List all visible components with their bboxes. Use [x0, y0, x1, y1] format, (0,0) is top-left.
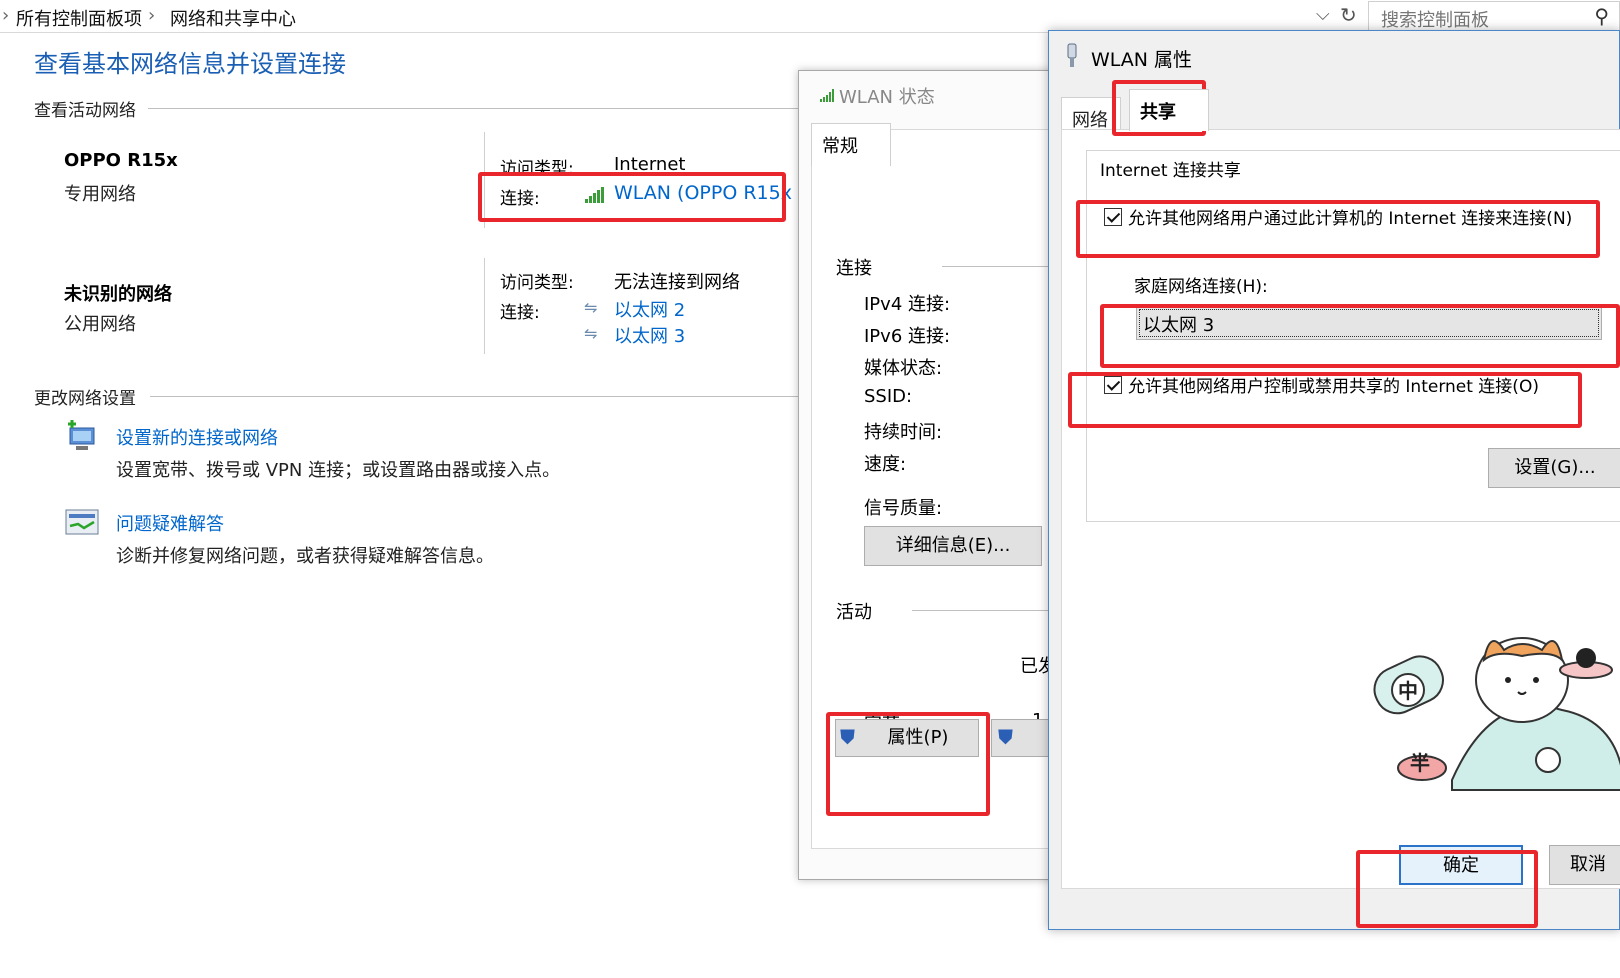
access-type-value: Internet	[614, 154, 686, 175]
home-network-select[interactable]: 以太网 3	[1136, 306, 1602, 340]
divider	[942, 266, 1062, 267]
divider	[484, 132, 485, 228]
mascot-badge-ban: 半	[1410, 751, 1430, 775]
breadcrumb-control-panel[interactable]: 所有控制面板项	[16, 5, 142, 31]
details-button[interactable]: 详细信息(E)...	[864, 526, 1042, 566]
sharing-body: Internet 连接共享 允许其他网络用户通过此计算机的 Internet 连…	[1061, 129, 1620, 889]
troubleshoot-desc: 诊断并修复网络问题，或者获得疑难解答信息。	[116, 546, 494, 567]
allow-control-label[interactable]: 允许其他网络用户控制或禁用共享的 Internet 连接(O)	[1128, 372, 1539, 397]
wlan-connection-link[interactable]: WLAN (OPPO R15x	[614, 182, 792, 204]
ok-button[interactable]: 确定	[1399, 845, 1523, 885]
network-name: OPPO R15x	[64, 150, 178, 171]
ethernet-icon: ⇋	[584, 324, 598, 343]
dropdown-chevron-icon[interactable]: ⌵	[1316, 4, 1330, 25]
properties-button[interactable]: ⛊ 属性(P)	[835, 719, 979, 757]
connection-label: 连接:	[500, 303, 540, 323]
search-placeholder: 搜索控制面板	[1381, 10, 1489, 31]
troubleshoot-icon	[65, 509, 99, 535]
settings-button[interactable]: 设置(G)...	[1488, 448, 1620, 488]
tab-sharing[interactable]: 共享	[1129, 89, 1209, 131]
access-type-label: 访问类型:	[500, 159, 574, 179]
divider	[484, 258, 485, 354]
network-adapter-icon	[1067, 43, 1077, 67]
cancel-button[interactable]: 取消	[1549, 845, 1620, 885]
setup-connection-desc: 设置宽带、拨号或 VPN 连接；或设置路由器或接入点。	[116, 460, 561, 481]
shield-icon: ⛊	[840, 725, 855, 749]
access-type-label: 访问类型:	[500, 273, 574, 293]
new-connection-icon	[68, 420, 95, 450]
refresh-icon[interactable]: ↻	[1340, 3, 1357, 27]
allow-share-checkbox[interactable]	[1104, 208, 1122, 226]
activity-heading: 活动	[836, 602, 872, 623]
page-title: 查看基本网络信息并设置连接	[34, 50, 346, 78]
connection-label: 连接:	[500, 189, 540, 209]
wifi-signal-icon	[585, 187, 604, 203]
network-name: 未识别的网络	[64, 284, 172, 305]
address-bar: › 所有控制面板项 › 网络和共享中心 ⌵ ↻ 搜索控制面板 ⚲	[0, 0, 1620, 33]
ssid-label: SSID:	[864, 386, 913, 407]
home-network-value: 以太网 3	[1143, 315, 1215, 336]
breadcrumb-chevron-icon[interactable]: ›	[2, 5, 9, 26]
allow-share-label[interactable]: 允许其他网络用户通过此计算机的 Internet 连接来连接(N)	[1128, 204, 1572, 229]
tab-network[interactable]: 网络	[1061, 97, 1121, 133]
duration-label: 持续时间:	[864, 422, 943, 443]
diagnose-button[interactable]: ⛊	[991, 719, 1051, 757]
wlan-status-dialog: WLAN 状态 常规 连接 IPv4 连接: IPv6 连接: 媒体状态: SS…	[798, 70, 1062, 880]
ethernet-icon: ⇋	[584, 298, 598, 317]
breadcrumb-network-center[interactable]: 网络和共享中心	[170, 5, 296, 31]
allow-control-checkbox[interactable]	[1104, 376, 1122, 394]
mascot-illustration: 中 半	[1373, 637, 1620, 791]
connection-heading: 连接	[836, 258, 872, 279]
divider	[148, 108, 808, 109]
network-type: 专用网络	[64, 184, 136, 205]
divider	[150, 396, 800, 397]
wlan-properties-dialog: WLAN 属性 网络 共享 Internet 连接共享 允许其他网络用户通过此计…	[1048, 30, 1620, 930]
search-input[interactable]: 搜索控制面板 ⚲	[1368, 1, 1620, 31]
dialog-title: WLAN 属性	[1091, 49, 1193, 71]
mascot-badge-zhong: 中	[1398, 679, 1418, 703]
signal-quality-label: 信号质量:	[864, 498, 943, 519]
breadcrumb-separator-icon[interactable]: ›	[148, 5, 155, 26]
setup-connection-link[interactable]: 设置新的连接或网络	[116, 424, 278, 450]
ethernet2-link[interactable]: 以太网 2	[614, 296, 685, 322]
home-network-label: 家庭网络连接(H):	[1134, 277, 1268, 297]
ipv6-label: IPv6 连接:	[864, 326, 951, 347]
shield-icon: ⛊	[998, 725, 1013, 749]
search-icon[interactable]: ⚲	[1594, 4, 1609, 28]
wifi-signal-icon	[820, 89, 834, 102]
change-settings-heading: 更改网络设置	[34, 389, 136, 409]
ics-heading: Internet 连接共享	[1096, 156, 1245, 181]
active-networks-heading: 查看活动网络	[34, 101, 136, 121]
ipv4-label: IPv4 连接:	[864, 294, 951, 315]
speed-label: 速度:	[864, 454, 907, 475]
tab-general[interactable]: 常规	[811, 123, 891, 166]
network-type: 公用网络	[64, 314, 136, 335]
media-state-label: 媒体状态:	[864, 358, 943, 379]
properties-button-label: 属性(P)	[887, 727, 949, 748]
ethernet3-link[interactable]: 以太网 3	[614, 322, 685, 348]
access-type-value: 无法连接到网络	[614, 272, 740, 293]
divider	[912, 610, 1062, 611]
troubleshoot-link[interactable]: 问题疑难解答	[116, 510, 224, 536]
dialog-title: WLAN 状态	[839, 87, 935, 108]
